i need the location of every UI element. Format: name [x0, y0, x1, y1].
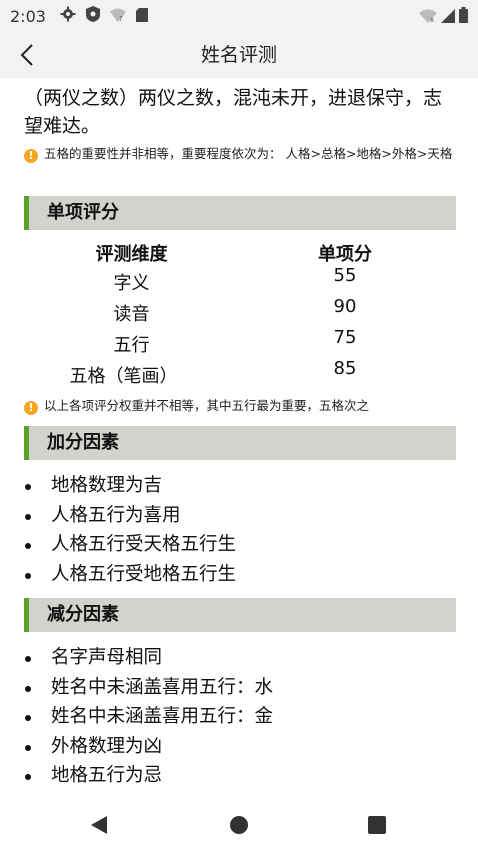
list-item: 名字声母相同 — [24, 643, 454, 673]
score-value: 85 — [333, 358, 357, 379]
list-item: 外格数理为凶 — [24, 732, 454, 762]
sd-card-icon — [135, 7, 148, 26]
list-item: 姓名中未涵盖喜用五行：金 — [24, 702, 454, 732]
svg-text:x: x — [430, 16, 434, 23]
importance-note: ! 五格的重要性并非相等，重要程度依次为： 人格>总格>地格>外格>天格 — [24, 143, 454, 165]
home-circle-icon — [230, 816, 248, 834]
shield-icon — [85, 6, 100, 26]
wifi-question-icon: ? — [109, 7, 126, 26]
section-header-deduction: 减分因素 — [24, 598, 456, 632]
system-nav-bar — [0, 800, 478, 850]
section-title: 加分因素 — [47, 432, 119, 453]
weights-note-text: 以上各项评分权重并不相等，其中五行最为重要，五格次之 — [44, 398, 370, 413]
list-item: 人格五行受地格五行生 — [24, 560, 454, 590]
info-icon: ! — [24, 149, 38, 163]
section-title: 单项评分 — [47, 202, 119, 223]
info-icon: ! — [24, 401, 38, 415]
score-value: 55 — [333, 265, 357, 286]
app-bar: 姓名评测 — [0, 32, 478, 78]
list-item: 人格五行为喜用 — [24, 501, 454, 531]
score-dimension: 字义 — [113, 273, 150, 294]
weights-note: ! 以上各项评分权重并不相等，其中五行最为重要，五格次之 — [24, 395, 464, 417]
intro-text: （两仪之数）两仪之数，混沌未开，进退保守，志望难达。 — [24, 87, 443, 137]
section-title: 减分因素 — [47, 604, 119, 625]
list-item: 地格数理为吉 — [24, 471, 454, 501]
score-row: 五行 75 — [0, 327, 478, 361]
score-value: 75 — [333, 327, 357, 348]
section-header-bonus: 加分因素 — [24, 426, 456, 460]
nav-home-button[interactable] — [224, 810, 254, 840]
score-dimension: 五格（笔画） — [69, 366, 178, 387]
score-row: 字义 55 — [0, 265, 478, 299]
battery-icon — [459, 7, 468, 27]
bonus-list: 地格数理为吉 人格五行为喜用 人格五行受天格五行生 人格五行受地格五行生 — [24, 471, 454, 589]
list-item: 人格五行受天格五行生 — [24, 530, 454, 560]
chevron-left-icon — [20, 44, 33, 66]
score-value: 90 — [333, 296, 357, 317]
header-dimension: 评测维度 — [95, 244, 168, 265]
list-item: 地格五行为忌 — [24, 761, 454, 791]
list-item: 姓名中未涵盖喜用五行：水 — [24, 673, 454, 703]
score-row: 读音 90 — [0, 296, 478, 330]
back-triangle-icon — [91, 816, 107, 834]
wifi-x-icon: x — [419, 8, 437, 27]
status-bar: 2:03 ? x — [0, 0, 478, 32]
recents-square-icon — [368, 816, 386, 834]
signal-icon — [441, 8, 455, 27]
status-time: 2:03 — [10, 6, 46, 26]
svg-text:?: ? — [119, 15, 123, 22]
back-button[interactable] — [12, 40, 42, 70]
section-header-single-score: 单项评分 — [24, 196, 456, 230]
deduction-list: 名字声母相同 姓名中未涵盖喜用五行：水 姓名中未涵盖喜用五行：金 外格数理为凶 … — [24, 643, 454, 791]
score-dimension: 读音 — [113, 304, 150, 325]
importance-note-text: 五格的重要性并非相等，重要程度依次为： 人格>总格>地格>外格>天格 — [44, 146, 453, 161]
score-dimension: 五行 — [113, 335, 150, 356]
header-score: 单项分 — [318, 244, 372, 265]
nav-back-button[interactable] — [84, 810, 114, 840]
score-row: 五格（笔画） 85 — [0, 358, 478, 392]
gear-icon — [60, 6, 76, 26]
nav-recents-button[interactable] — [362, 810, 392, 840]
page-title: 姓名评测 — [200, 44, 277, 66]
